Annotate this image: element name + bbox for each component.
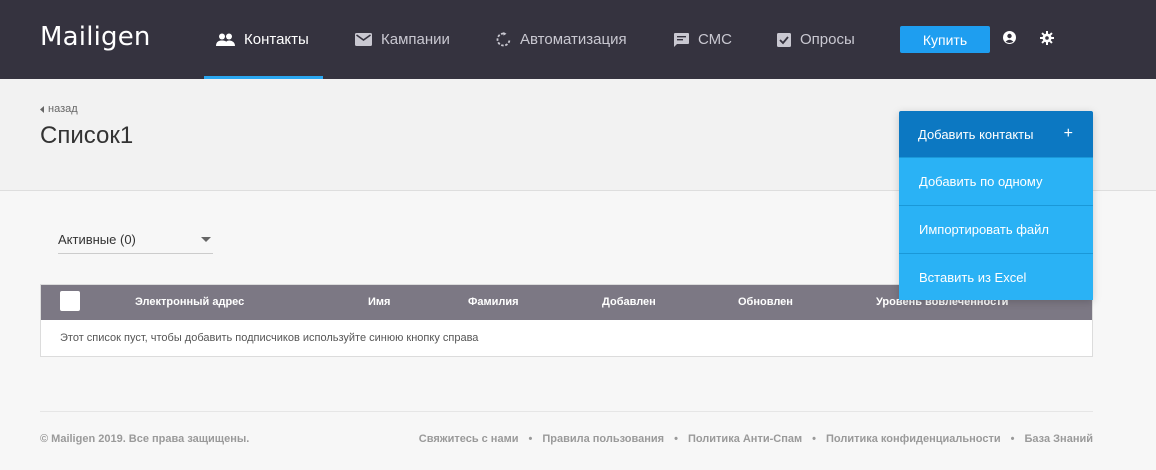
- status-filter-select[interactable]: Активные (0): [58, 226, 213, 254]
- import-file-item[interactable]: Импортировать файл: [899, 205, 1093, 253]
- footer-links: Свяжитесь с нами • Правила пользования •…: [419, 433, 1093, 445]
- nav-campaigns[interactable]: Кампании: [355, 0, 450, 79]
- add-contacts-dropdown: Добавить контакты + Добавить по одному И…: [899, 111, 1093, 300]
- footer-copyright: © Mailigen 2019. Все права защищены.: [40, 433, 250, 445]
- plus-icon: +: [1063, 125, 1073, 142]
- buy-button[interactable]: Купить: [900, 26, 990, 53]
- add-contacts-button[interactable]: Добавить контакты +: [899, 111, 1093, 157]
- footer-separator: •: [674, 433, 678, 445]
- footer-link-knowledge-base[interactable]: База Знаний: [1025, 433, 1093, 445]
- mail-icon: [355, 33, 372, 46]
- footer-divider: [40, 411, 1093, 412]
- sms-icon: [674, 32, 689, 47]
- back-link[interactable]: назад: [40, 103, 78, 115]
- footer-separator: •: [812, 433, 816, 445]
- add-contacts-label: Добавить контакты: [918, 126, 1034, 142]
- chevron-left-icon: [40, 105, 44, 113]
- nav-sms-label: СМС: [698, 31, 732, 48]
- automation-icon: [496, 32, 511, 47]
- add-one-by-one-item[interactable]: Добавить по одному: [899, 157, 1093, 205]
- footer-separator: •: [1010, 433, 1015, 445]
- footer-link-contact[interactable]: Свяжитесь с нами: [419, 433, 519, 445]
- page-title: Список1: [40, 122, 134, 149]
- column-first-name[interactable]: Имя: [368, 285, 390, 320]
- nav-campaigns-label: Кампании: [381, 31, 450, 48]
- logo[interactable]: Mailigen: [40, 22, 151, 52]
- nav-automation-label: Автоматизация: [520, 31, 627, 48]
- top-navigation-bar: Mailigen Контакты Кампании Автоматизация…: [0, 0, 1156, 79]
- nav-surveys[interactable]: Опросы: [777, 0, 855, 79]
- status-filter-value: Активные (0): [58, 232, 136, 247]
- column-added[interactable]: Добавлен: [602, 285, 656, 320]
- chevron-down-icon: [201, 237, 211, 242]
- footer-link-antispam[interactable]: Политика Анти-Спам: [688, 433, 802, 445]
- user-icon[interactable]: [1003, 31, 1016, 44]
- nav-contacts[interactable]: Контакты: [204, 0, 323, 79]
- contacts-icon: [216, 33, 235, 46]
- column-updated[interactable]: Обновлен: [738, 285, 793, 320]
- nav-sms[interactable]: СМС: [674, 0, 732, 79]
- nav-contacts-label: Контакты: [244, 31, 309, 48]
- survey-icon: [777, 32, 791, 47]
- footer-separator: •: [528, 433, 533, 445]
- back-link-label: назад: [48, 103, 78, 115]
- footer-link-terms[interactable]: Правила пользования: [542, 433, 664, 445]
- paste-from-excel-item[interactable]: Вставить из Excel: [899, 253, 1093, 300]
- select-all-checkbox[interactable]: [60, 291, 80, 311]
- nav-surveys-label: Опросы: [800, 31, 855, 48]
- nav-automation[interactable]: Автоматизация: [496, 0, 627, 79]
- gear-icon[interactable]: [1040, 31, 1054, 45]
- footer-link-privacy[interactable]: Политика конфиденциальности: [826, 433, 1001, 445]
- column-email[interactable]: Электронный адрес: [135, 285, 244, 320]
- empty-table-message: Этот список пуст, чтобы добавить подписч…: [60, 332, 479, 344]
- column-last-name[interactable]: Фамилия: [468, 285, 519, 320]
